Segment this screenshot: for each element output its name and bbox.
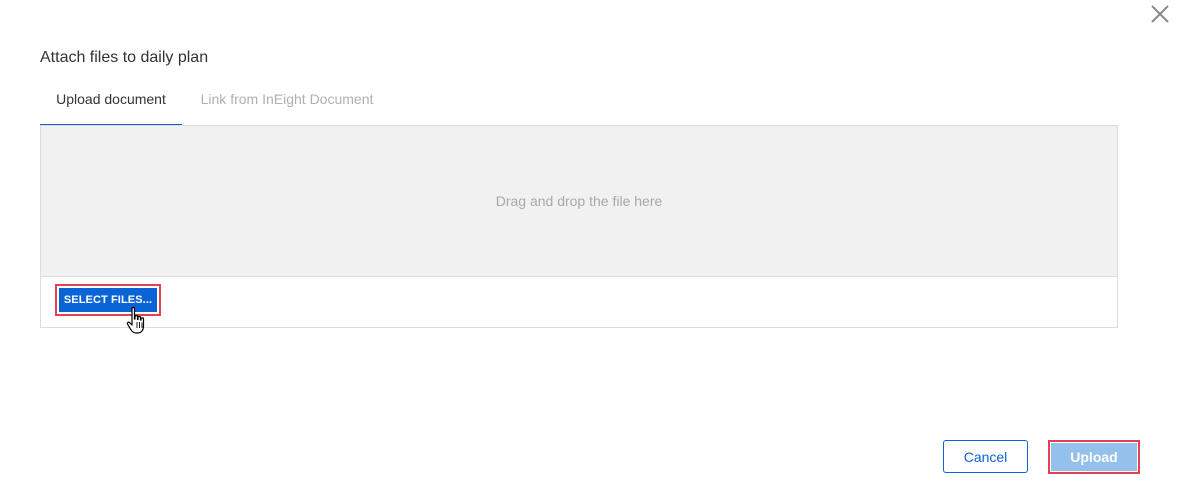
- close-button[interactable]: [1148, 2, 1172, 26]
- tab-bar: Upload document Link from InEight Docume…: [40, 82, 392, 126]
- close-icon: [1151, 5, 1169, 23]
- attach-files-dialog: Attach files to daily plan Upload docume…: [0, 0, 1177, 491]
- drop-zone-text: Drag and drop the file here: [495, 193, 663, 209]
- upload-button[interactable]: Upload: [1048, 440, 1140, 474]
- dialog-title: Attach files to daily plan: [40, 49, 209, 66]
- cancel-button[interactable]: Cancel: [943, 440, 1028, 473]
- hand-pointer-cursor-icon: [126, 306, 145, 334]
- tab-link-from-ineight-document[interactable]: Link from InEight Document: [182, 82, 392, 126]
- tab-upload-document[interactable]: Upload document: [40, 82, 182, 126]
- upload-button-label: Upload: [1051, 443, 1137, 471]
- upload-area: Drag and drop the file here SELECT FILES…: [40, 125, 1118, 328]
- drop-zone[interactable]: Drag and drop the file here: [41, 126, 1117, 277]
